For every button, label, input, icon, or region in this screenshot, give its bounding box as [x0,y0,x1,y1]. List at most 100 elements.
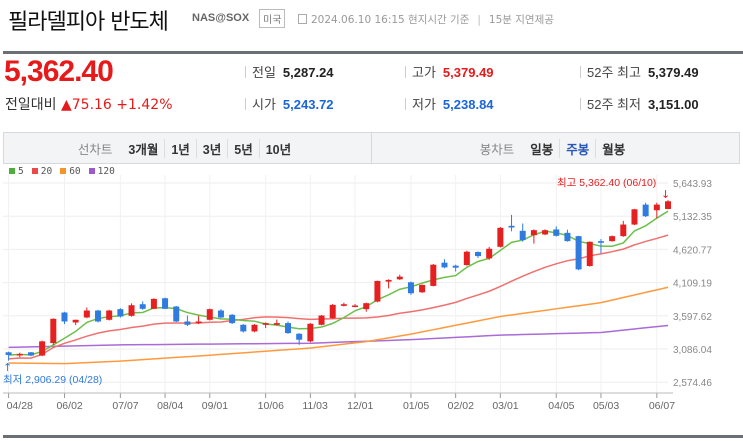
candle-body [39,341,46,356]
candle-body [363,303,370,310]
ma60-line [8,286,669,365]
tab-line_items-3[interactable]: 5년 [227,138,258,158]
x-tick-label: 12/01 [347,400,373,412]
candle-body [150,298,157,309]
x-tick-label: 04/05 [548,400,574,412]
candle-body [72,319,79,323]
y-tick-label: 5,132.35 [673,212,712,223]
candle-body [508,225,515,228]
candle-body [519,230,526,241]
candle-body [340,304,347,306]
candle-body [642,204,649,217]
candle-body [229,314,236,324]
stat-value: 5,243.72 [282,97,334,112]
candle-body [597,241,604,243]
legend-swatch [60,168,67,174]
candle-body [195,321,202,324]
stat-value: 5,287.24 [282,65,334,80]
stat-2: 52주 최고 5,379.49 [580,62,699,81]
candle-body [530,230,537,236]
header-divider [3,51,743,54]
candle-body [128,305,135,316]
candle-body [396,276,403,280]
y-tick-label: 2,574.46 [673,378,712,389]
ma20-line [8,234,669,360]
tab-line_items-2[interactable]: 3년 [195,138,227,158]
x-tick-label: 05/03 [593,400,619,412]
current-price: 5,362.40 [4,55,114,88]
tab-line_items-0[interactable]: 3개월 [122,139,164,158]
change-amount: ▲75.16 [60,97,112,113]
high-annotation: 최고 5,362.40 (06/10) [557,177,656,189]
candle-chart-label: 봉차트 [479,142,515,157]
stat-label: 52주 최고 [587,65,641,80]
tab-candle_items-2[interactable]: 월봉 [595,138,631,158]
candle-body [575,236,582,270]
candle-body [106,310,113,320]
candle-body [273,323,280,325]
candle-body [419,284,426,293]
candle-body [251,324,258,332]
x-tick-label: 09/01 [202,400,228,412]
stat-3: 시가 5,243.72 [245,94,334,113]
legend-swatch [9,168,15,174]
candle-body [452,265,459,268]
candle-body [329,304,336,319]
candle-body [407,282,414,294]
delay-text: 15분 지연제공 [488,14,554,26]
candle-body [653,204,660,211]
candle-body [564,232,571,242]
candle-body [553,229,560,236]
candle-body [542,230,549,235]
y-tick-label: 5,643.93 [673,179,712,190]
candle-body [486,248,493,259]
candle-body [95,310,102,322]
legend-swatch [88,168,95,174]
candle-body [430,264,437,286]
line-chart-tabs: 선차트 3개월 1년 3년 5년 10년 [4,133,372,163]
candle-body [441,262,448,268]
tab-line_items-1[interactable]: 1년 [164,138,195,158]
tab-line_items-4[interactable]: 10년 [258,138,297,158]
x-tick-label: 03/01 [492,400,518,412]
candle-body [318,315,325,325]
candle-body [173,306,180,322]
y-tick-label: 4,620.77 [673,245,712,256]
tab-candle_items-1[interactable]: 주봉 [559,138,595,158]
candle-body [307,323,314,342]
x-tick-label: 04/28 [7,400,33,412]
stat-5: 52주 최저 3,151.00 [580,94,699,113]
candle-body [162,298,169,309]
y-tick-label: 3,597.62 [673,312,712,323]
candle-body [463,251,470,266]
country-badge: 미국 [259,9,286,28]
tab-candle_items-0[interactable]: 일봉 [524,139,559,158]
candle-body [620,224,627,237]
candle-body [50,318,57,344]
stat-value: 3,151.00 [647,97,699,112]
candle-body [374,280,381,302]
candle-body [631,209,638,225]
change-label: 전일대비 [5,97,57,113]
candle-body [83,310,90,318]
timestamp-text: 2024.06.10 16:15 현지시간 기준 [311,14,470,26]
change-percent: +1.42% [116,97,173,113]
candle-body [352,305,359,308]
x-tick-label: 06/07 [649,400,675,412]
x-tick-label: 11/03 [302,400,328,412]
stat-label: 시가 [252,97,276,112]
page-title: 필라델피아 반도체 [8,10,169,35]
stat-value: 5,379.49 [647,65,699,80]
y-tick-label: 4,109.19 [673,279,712,290]
candle-body [285,323,292,334]
candle-body [61,312,68,322]
stat-0: 전일 5,287.24 [245,62,334,81]
x-tick-label: 07/07 [112,400,138,412]
candle-body [16,353,23,356]
x-tick-label: 06/02 [56,400,82,412]
candle-body [475,252,482,257]
y-tick-label: 3,086.04 [673,345,712,356]
timestamp: 2024.06.10 16:15 현지시간 기준 | 15분 지연제공 [298,12,554,27]
stat-4: 저가 5,238.84 [405,94,494,113]
price-change: 전일대비 ▲75.16 +1.42% [5,94,173,114]
